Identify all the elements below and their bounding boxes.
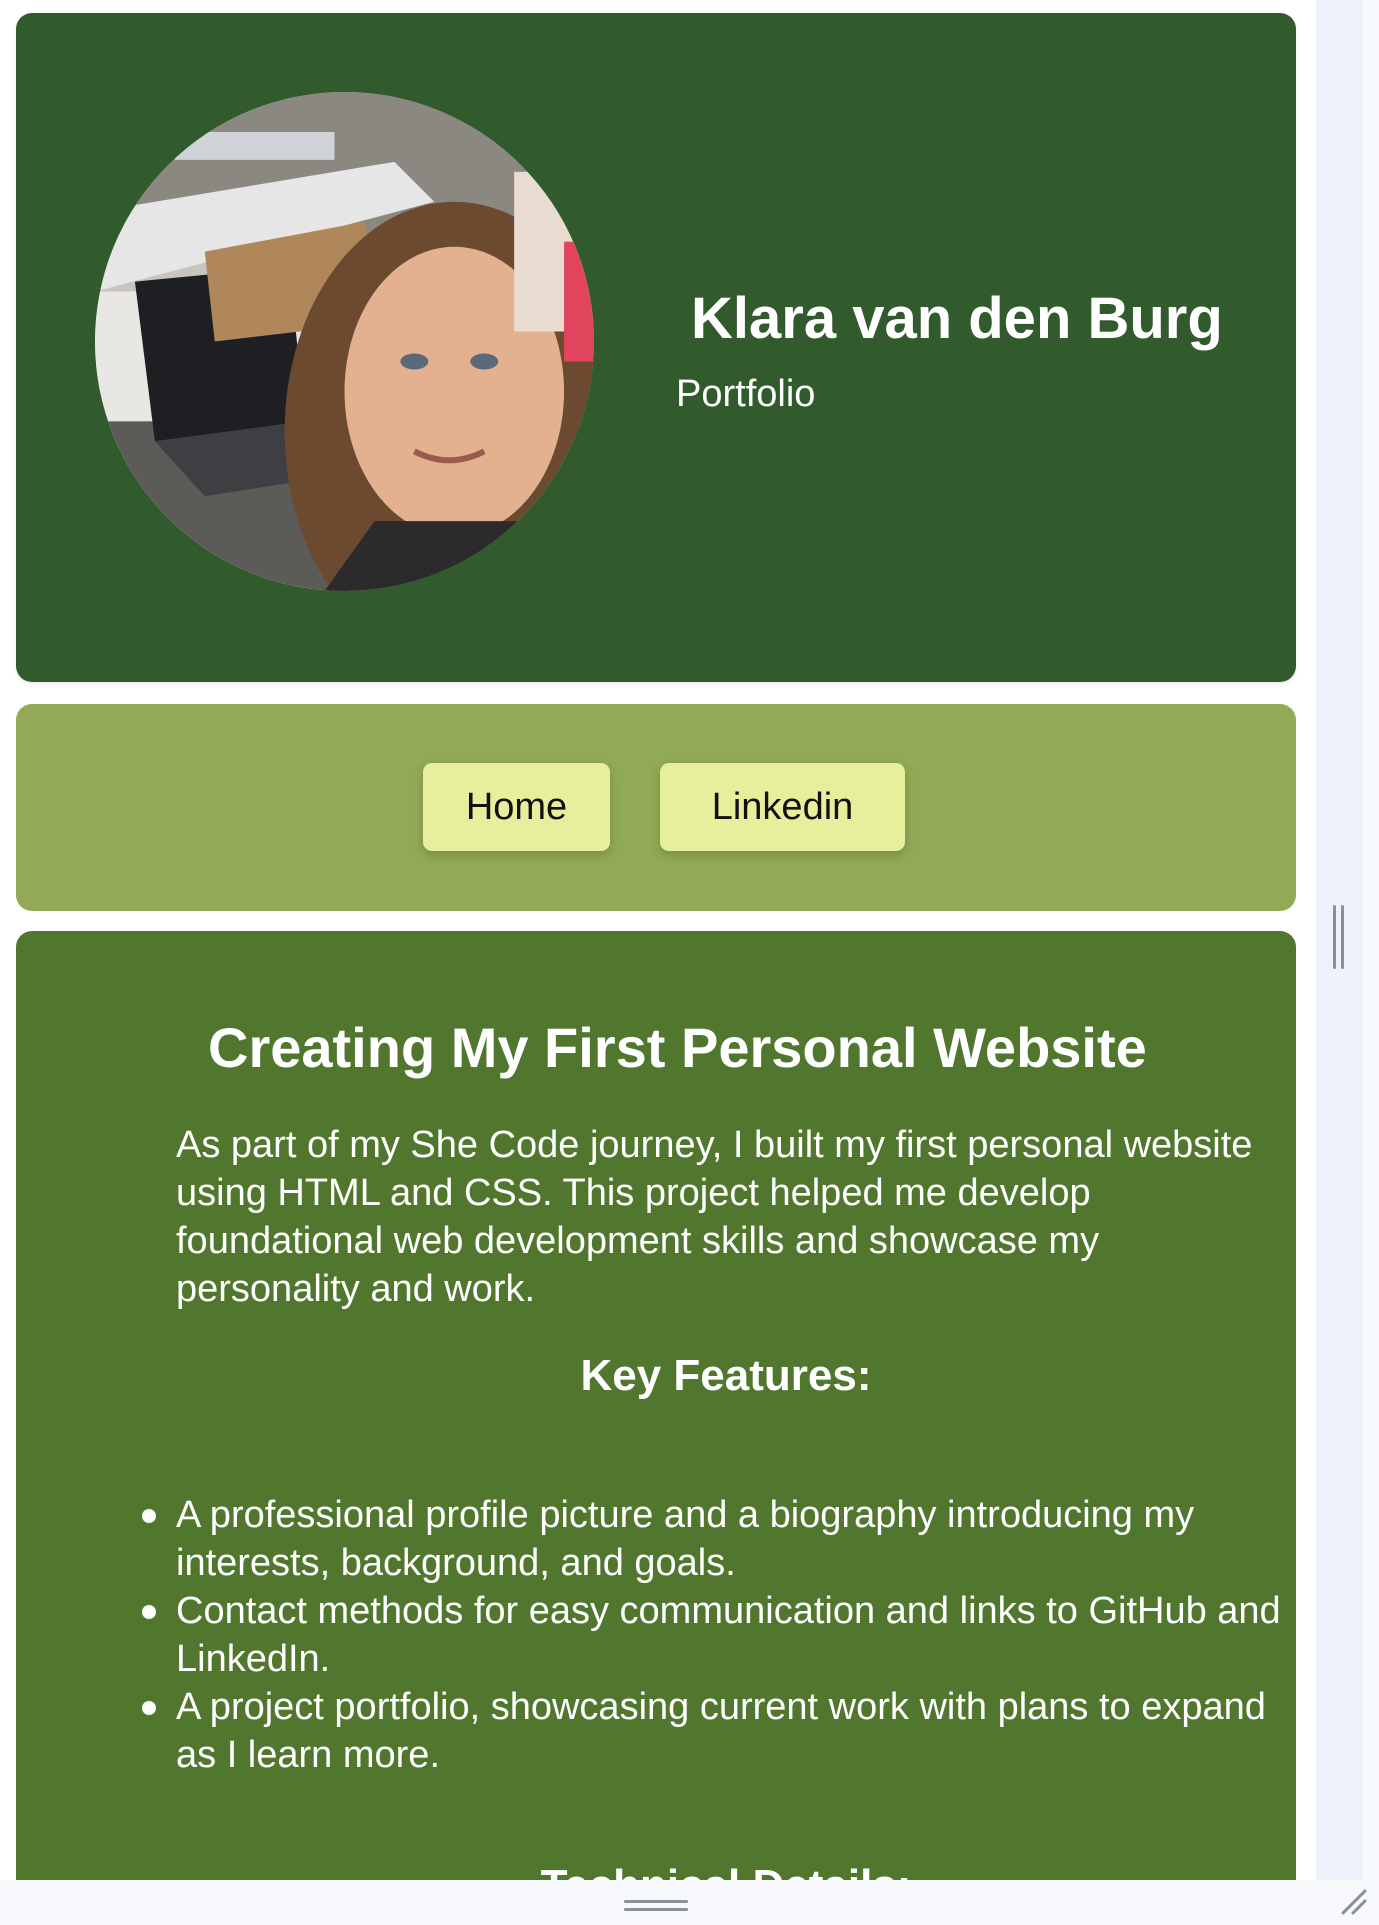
technical-details-heading: Technical Details: [16,1861,1296,1880]
bullet-icon [142,1605,156,1619]
bullet-icon [142,1701,156,1715]
home-button[interactable]: Home [423,763,610,851]
list-item: A project portfolio, showcasing current … [142,1683,1286,1779]
list-item-text: Contact methods for easy communication a… [176,1590,1281,1680]
list-item-text: A project portfolio, showcasing current … [176,1686,1266,1776]
page-viewport: Klara van den Burg Portfolio Home Linked… [0,0,1316,1880]
profile-header: Klara van den Burg Portfolio [16,13,1296,682]
section-title: Creating My First Personal Website [208,1016,1147,1079]
resize-corner-icon[interactable] [1337,1885,1369,1917]
key-features-heading: Key Features: [580,1351,872,1400]
navigation-bar: Home Linkedin [16,704,1296,911]
side-drag-handle-icon[interactable] [1333,905,1345,969]
list-item: A professional profile picture and a bio… [142,1491,1286,1587]
list-item: Contact methods for easy communication a… [142,1587,1286,1683]
bottom-drag-handle-icon[interactable] [624,1900,688,1912]
project-section: Creating My First Personal Website As pa… [16,931,1296,1880]
profile-photo-icon [95,92,594,591]
list-item-text: A professional profile picture and a bio… [176,1494,1195,1584]
intro-paragraph: As part of my She Code journey, I built … [176,1124,1253,1310]
bullet-icon [142,1509,156,1523]
features-list: A professional profile picture and a bio… [142,1491,1286,1779]
bottom-bar [0,1880,1379,1925]
profile-subtitle: Portfolio [676,373,816,415]
profile-avatar [95,92,594,591]
profile-name: Klara van den Burg [691,286,1223,351]
linkedin-button[interactable]: Linkedin [660,763,905,851]
side-panel [1316,0,1379,1880]
